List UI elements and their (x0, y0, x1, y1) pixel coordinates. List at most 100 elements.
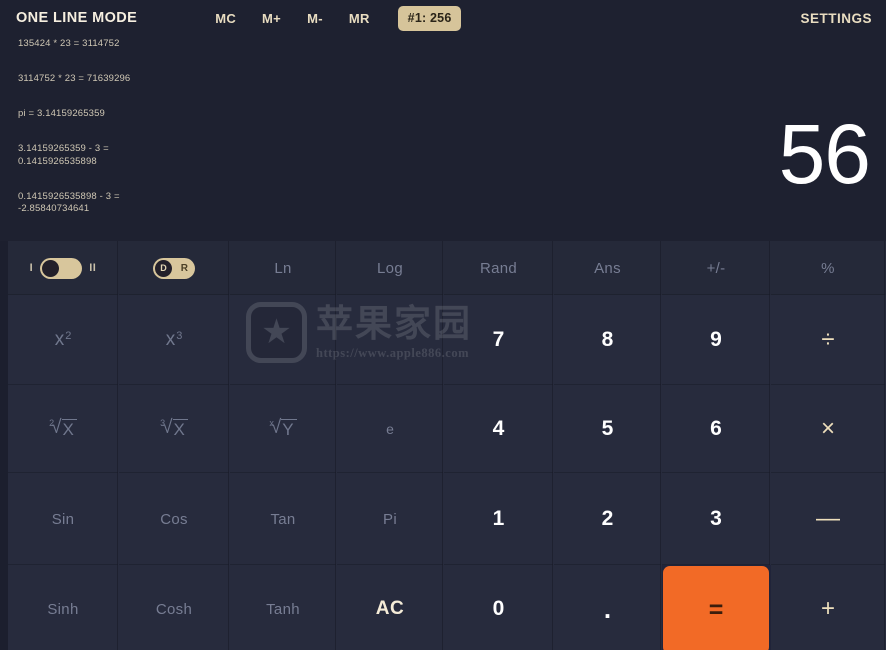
key-blank-r2c4 (337, 295, 444, 385)
top-bar: ONE LINE MODE MC M+ M- MR #1: 256 SETTIN… (0, 0, 886, 36)
key-sign-toggle[interactable]: +/- (662, 241, 771, 295)
key-4[interactable]: 4 (444, 385, 554, 473)
key-add[interactable]: + (771, 565, 886, 650)
key-equals[interactable]: = (662, 565, 771, 650)
key-cos[interactable]: Cos (119, 473, 230, 565)
memory-button-group: MC M+ M- MR #1: 256 (215, 5, 462, 31)
key-sin[interactable]: Sin (8, 473, 119, 565)
mode-toggle-pill[interactable] (40, 257, 83, 279)
key-0-label: 0 (492, 597, 505, 620)
key-percent-label: % (821, 259, 835, 277)
angle-toggle-radians-label: R (180, 262, 188, 274)
history-entry: pi = 3.14159265359 (18, 108, 105, 120)
key-nth-root-label: x √ Y (269, 418, 297, 440)
key-tanh-label: Tanh (266, 600, 300, 618)
key-6[interactable]: 6 (662, 385, 771, 473)
angle-toggle-pill[interactable]: D R (153, 257, 195, 279)
multiply-icon: × (820, 415, 835, 442)
key-tan-label: Tan (270, 510, 296, 528)
key-3[interactable]: 3 (662, 473, 771, 565)
mode-toggle-knob (42, 259, 60, 277)
key-log[interactable]: Log (337, 241, 444, 295)
key-1-label: 1 (492, 507, 505, 530)
key-8[interactable]: 8 (554, 295, 662, 385)
key-subtract[interactable]: — (771, 473, 886, 565)
memory-add-button[interactable]: M+ (262, 11, 281, 26)
key-pi-label: Pi (383, 510, 397, 528)
mode-toggle-wrap: I II (29, 257, 97, 279)
key-cube[interactable]: x3 (119, 295, 230, 385)
key-cos-label: Cos (160, 510, 188, 528)
key-euler-label: e (386, 421, 394, 437)
key-multiply[interactable]: × (771, 385, 886, 473)
history-entry: 3.14159265359 - 3 = 0.1415926535898 (18, 143, 109, 167)
memory-slot-badge[interactable]: #1: 256 (397, 5, 462, 31)
key-euler[interactable]: e (337, 385, 444, 473)
key-all-clear[interactable]: AC (337, 565, 444, 650)
key-square-label: x2 (54, 329, 72, 350)
memory-recall-button[interactable]: MR (349, 11, 370, 26)
key-cube-root[interactable]: 3 √ X (119, 385, 230, 473)
key-sinh-label: Sinh (47, 600, 79, 618)
key-cosh[interactable]: Cosh (119, 565, 230, 650)
key-cosh-label: Cosh (155, 600, 193, 618)
key-decimal-point[interactable]: . (554, 565, 662, 650)
key-8-label: 8 (601, 328, 614, 351)
key-ans-label: Ans (594, 259, 621, 277)
key-all-clear-label: AC (375, 598, 405, 619)
key-log-label: Log (377, 259, 403, 277)
calculator-app: ONE LINE MODE MC M+ M- MR #1: 256 SETTIN… (0, 0, 886, 650)
memory-subtract-button[interactable]: M- (307, 11, 323, 26)
key-cube-root-label: 3 √ X (160, 418, 188, 440)
key-ans[interactable]: Ans (554, 241, 662, 295)
key-divide[interactable]: ÷ (771, 295, 886, 385)
key-blank-r2c3 (230, 295, 337, 385)
key-square-root-label: 2 √ X (49, 418, 77, 440)
key-sign-label: +/- (706, 259, 726, 277)
key-ln[interactable]: Ln (230, 241, 337, 295)
key-3-label: 3 (710, 507, 722, 530)
key-percent[interactable]: % (771, 241, 886, 295)
key-tanh[interactable]: Tanh (230, 565, 337, 650)
key-4-label: 4 (492, 417, 505, 440)
key-9[interactable]: 9 (662, 295, 771, 385)
key-pi[interactable]: Pi (337, 473, 444, 565)
key-tan[interactable]: Tan (230, 473, 337, 565)
key-1[interactable]: 1 (444, 473, 554, 565)
key-2[interactable]: 2 (554, 473, 662, 565)
history-entry: 0.1415926535898 - 3 = -2.85840734641 (18, 190, 120, 214)
history-entry: 3114752 * 23 = 71639296 (18, 73, 131, 85)
key-rand-label: Rand (479, 259, 518, 277)
key-sinh[interactable]: Sinh (8, 565, 119, 650)
display-area: 135424 * 23 = 3114752 3114752 * 23 = 716… (0, 36, 886, 241)
key-square-root[interactable]: 2 √ X (8, 385, 119, 473)
key-6-label: 6 (710, 417, 722, 440)
divide-icon: ÷ (821, 326, 835, 353)
equals-icon: = (708, 595, 724, 624)
minus-icon: — (816, 505, 840, 532)
key-7[interactable]: 7 (444, 295, 554, 385)
key-5[interactable]: 5 (554, 385, 662, 473)
angle-toggle-knob-degrees: D (155, 259, 172, 277)
key-square[interactable]: x2 (8, 295, 119, 385)
key-9-label: 9 (710, 328, 722, 351)
history-list[interactable]: 135424 * 23 = 3114752 3114752 * 23 = 716… (18, 38, 348, 238)
key-7-label: 7 (492, 328, 505, 351)
keypad: I II D R Ln Log Rand Ans +/- % x2 x3 7 8… (0, 241, 886, 650)
key-ln-label: Ln (274, 259, 292, 277)
current-value-display: 56 (778, 107, 871, 201)
angle-unit-toggle[interactable]: D R (119, 241, 230, 295)
history-entry: 135424 * 23 = 3114752 (18, 38, 120, 49)
key-rand[interactable]: Rand (444, 241, 554, 295)
key-nth-root[interactable]: x √ Y (230, 385, 337, 473)
key-0[interactable]: 0 (444, 565, 554, 650)
settings-button[interactable]: SETTINGS (800, 11, 872, 26)
mode-toggle-right-label: II (89, 262, 97, 274)
memory-clear-button[interactable]: MC (215, 11, 236, 26)
mode-toggle[interactable]: I II (8, 241, 119, 295)
key-decimal-point-label: . (603, 593, 612, 624)
equals-button-surface[interactable]: = (663, 566, 769, 650)
mode-title: ONE LINE MODE (16, 10, 138, 26)
mode-toggle-left-label: I (29, 262, 34, 274)
left-gutter (0, 241, 8, 650)
